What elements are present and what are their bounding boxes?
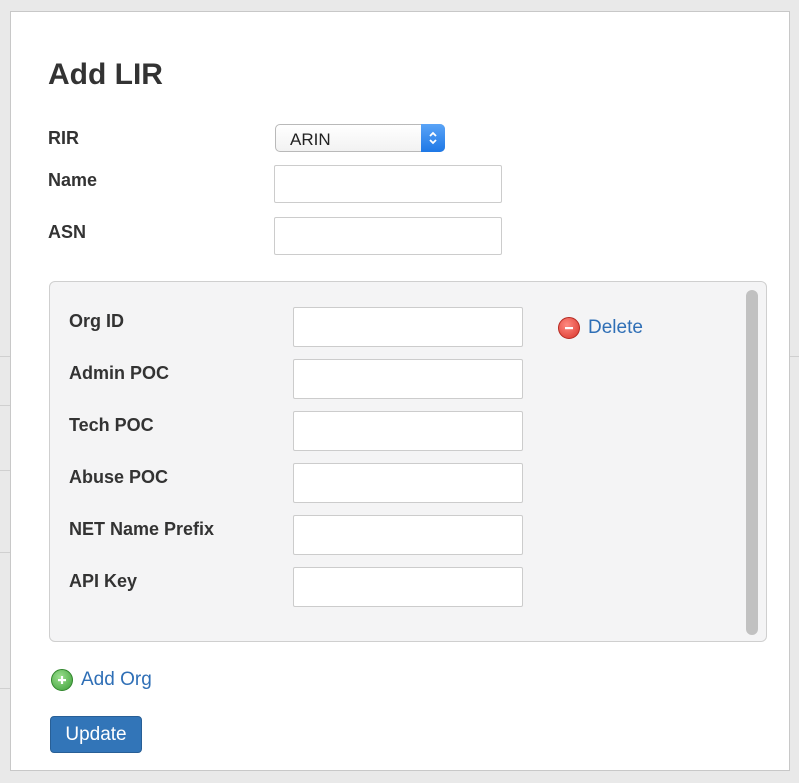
dialog-title: Add LIR bbox=[48, 58, 163, 91]
delete-label: Delete bbox=[588, 317, 643, 338]
tech-poc-label: Tech POC bbox=[69, 415, 154, 435]
add-org-link[interactable]: Add Org bbox=[51, 669, 152, 691]
abuse-poc-input[interactable] bbox=[293, 463, 523, 503]
add-org-label: Add Org bbox=[81, 669, 152, 690]
api-key-input[interactable] bbox=[293, 567, 523, 607]
net-name-prefix-label: NET Name Prefix bbox=[69, 519, 215, 539]
asn-input[interactable] bbox=[274, 217, 502, 255]
admin-poc-label: Admin POC bbox=[69, 363, 170, 383]
abuse-poc-label: Abuse POC bbox=[69, 467, 169, 487]
delete-org-link[interactable]: Delete bbox=[558, 317, 643, 339]
api-key-label: API Key bbox=[69, 571, 138, 591]
plus-circle-icon bbox=[51, 669, 73, 691]
add-lir-dialog: Add LIR RIR ARIN Name ASN Org ID Delete … bbox=[10, 11, 790, 771]
minus-circle-icon bbox=[558, 317, 580, 339]
tech-poc-input[interactable] bbox=[293, 411, 523, 451]
org-id-label: Org ID bbox=[69, 311, 125, 331]
update-button[interactable]: Update bbox=[50, 716, 142, 753]
rir-select[interactable]: ARIN bbox=[275, 124, 445, 152]
rir-label: RIR bbox=[48, 128, 79, 148]
select-arrows-icon bbox=[421, 124, 445, 152]
rir-select-value: ARIN bbox=[290, 130, 331, 149]
asn-label: ASN bbox=[48, 222, 87, 242]
org-panel: Org ID Delete Admin POC Tech POC Abuse P… bbox=[49, 281, 767, 642]
page: Add LIR RIR ARIN Name ASN Org ID Delete … bbox=[0, 0, 799, 783]
admin-poc-input[interactable] bbox=[293, 359, 523, 399]
name-label: Name bbox=[48, 170, 98, 190]
name-input[interactable] bbox=[274, 165, 502, 203]
net-name-prefix-input[interactable] bbox=[293, 515, 523, 555]
org-id-input[interactable] bbox=[293, 307, 523, 347]
org-panel-scrollbar[interactable] bbox=[746, 290, 758, 635]
background-line bbox=[789, 356, 799, 357]
